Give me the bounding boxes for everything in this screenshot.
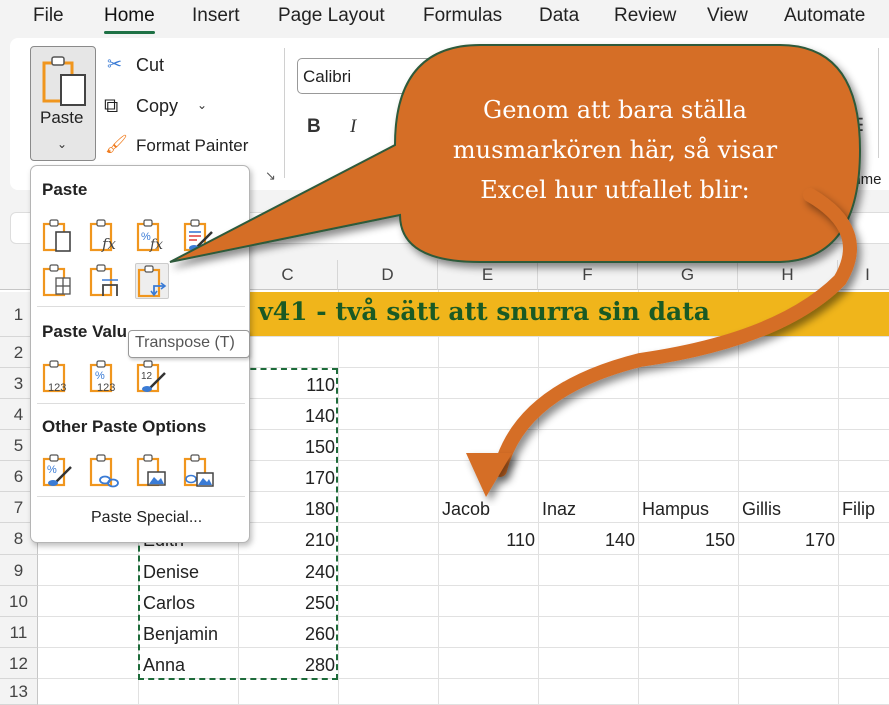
callout-line: Genom att bara ställa [483, 96, 747, 124]
callout-text: Genom att bara ställa musmarkören här, s… [405, 90, 825, 210]
callout-line: musmarkören här, så visar [452, 136, 778, 164]
callout-line: Excel hur utfallet blir: [480, 176, 750, 204]
arrow-head [466, 453, 512, 497]
